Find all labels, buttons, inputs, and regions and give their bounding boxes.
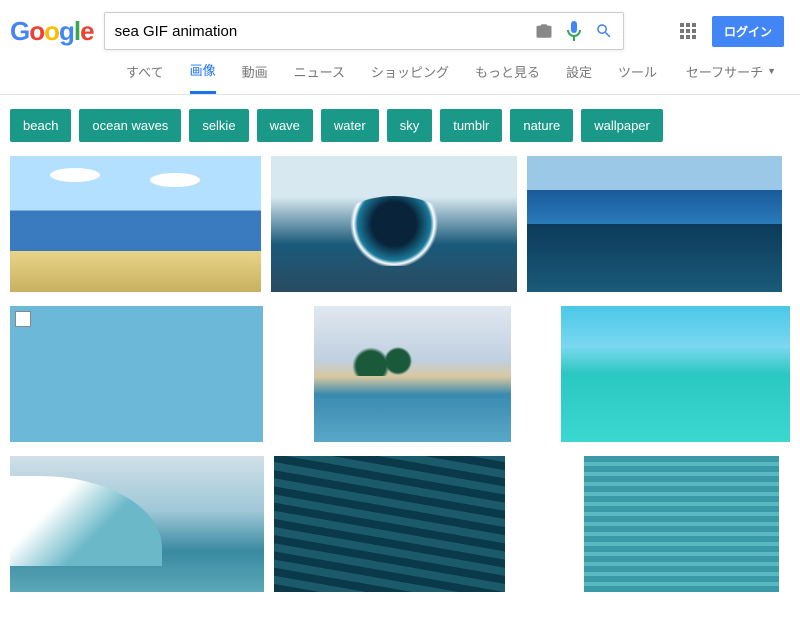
image-result[interactable] [10,456,264,592]
google-logo[interactable]: Google [10,16,94,47]
image-result[interactable] [10,306,263,442]
chip-selkie[interactable]: selkie [189,109,248,142]
chip-ocean-waves[interactable]: ocean waves [79,109,181,142]
image-grid [0,156,800,606]
camera-icon[interactable] [535,23,553,39]
image-result[interactable] [561,306,790,442]
tab-images[interactable]: 画像 [190,60,216,94]
tab-videos[interactable]: 動画 [242,62,268,93]
nav-tabs: すべて 画像 動画 ニュース ショッピング もっと見る 設定 ツール セーフサー… [0,50,800,95]
chip-sky[interactable]: sky [387,109,433,142]
tab-all[interactable]: すべて [126,62,164,93]
chip-tumblr[interactable]: tumblr [440,109,502,142]
search-box [104,12,624,50]
chip-wave[interactable]: wave [257,109,313,142]
filter-chips: beach ocean waves selkie wave water sky … [0,95,800,156]
mic-icon[interactable] [567,21,581,41]
apps-icon[interactable] [680,23,696,39]
chip-nature[interactable]: nature [510,109,573,142]
chip-beach[interactable]: beach [10,109,71,142]
image-result[interactable] [584,456,779,592]
tab-tools[interactable]: ツール [618,62,657,93]
tab-more[interactable]: もっと見る [475,62,540,93]
tab-news[interactable]: ニュース [294,62,345,93]
image-result[interactable] [274,456,505,592]
image-result[interactable] [271,156,517,292]
chip-wallpaper[interactable]: wallpaper [581,109,663,142]
login-button[interactable]: ログイン [712,16,784,47]
image-result[interactable] [527,156,782,292]
chip-water[interactable]: water [321,109,379,142]
safesearch-label: セーフサーチ [686,62,763,81]
search-icon[interactable] [595,22,613,40]
image-result[interactable] [314,306,512,442]
tab-shopping[interactable]: ショッピング [371,62,449,93]
chevron-down-icon: ▼ [767,66,776,76]
search-input[interactable] [115,23,535,40]
safesearch-menu[interactable]: セーフサーチ ▼ [686,62,776,93]
image-result[interactable] [10,156,261,292]
tab-settings[interactable]: 設定 [566,62,592,93]
